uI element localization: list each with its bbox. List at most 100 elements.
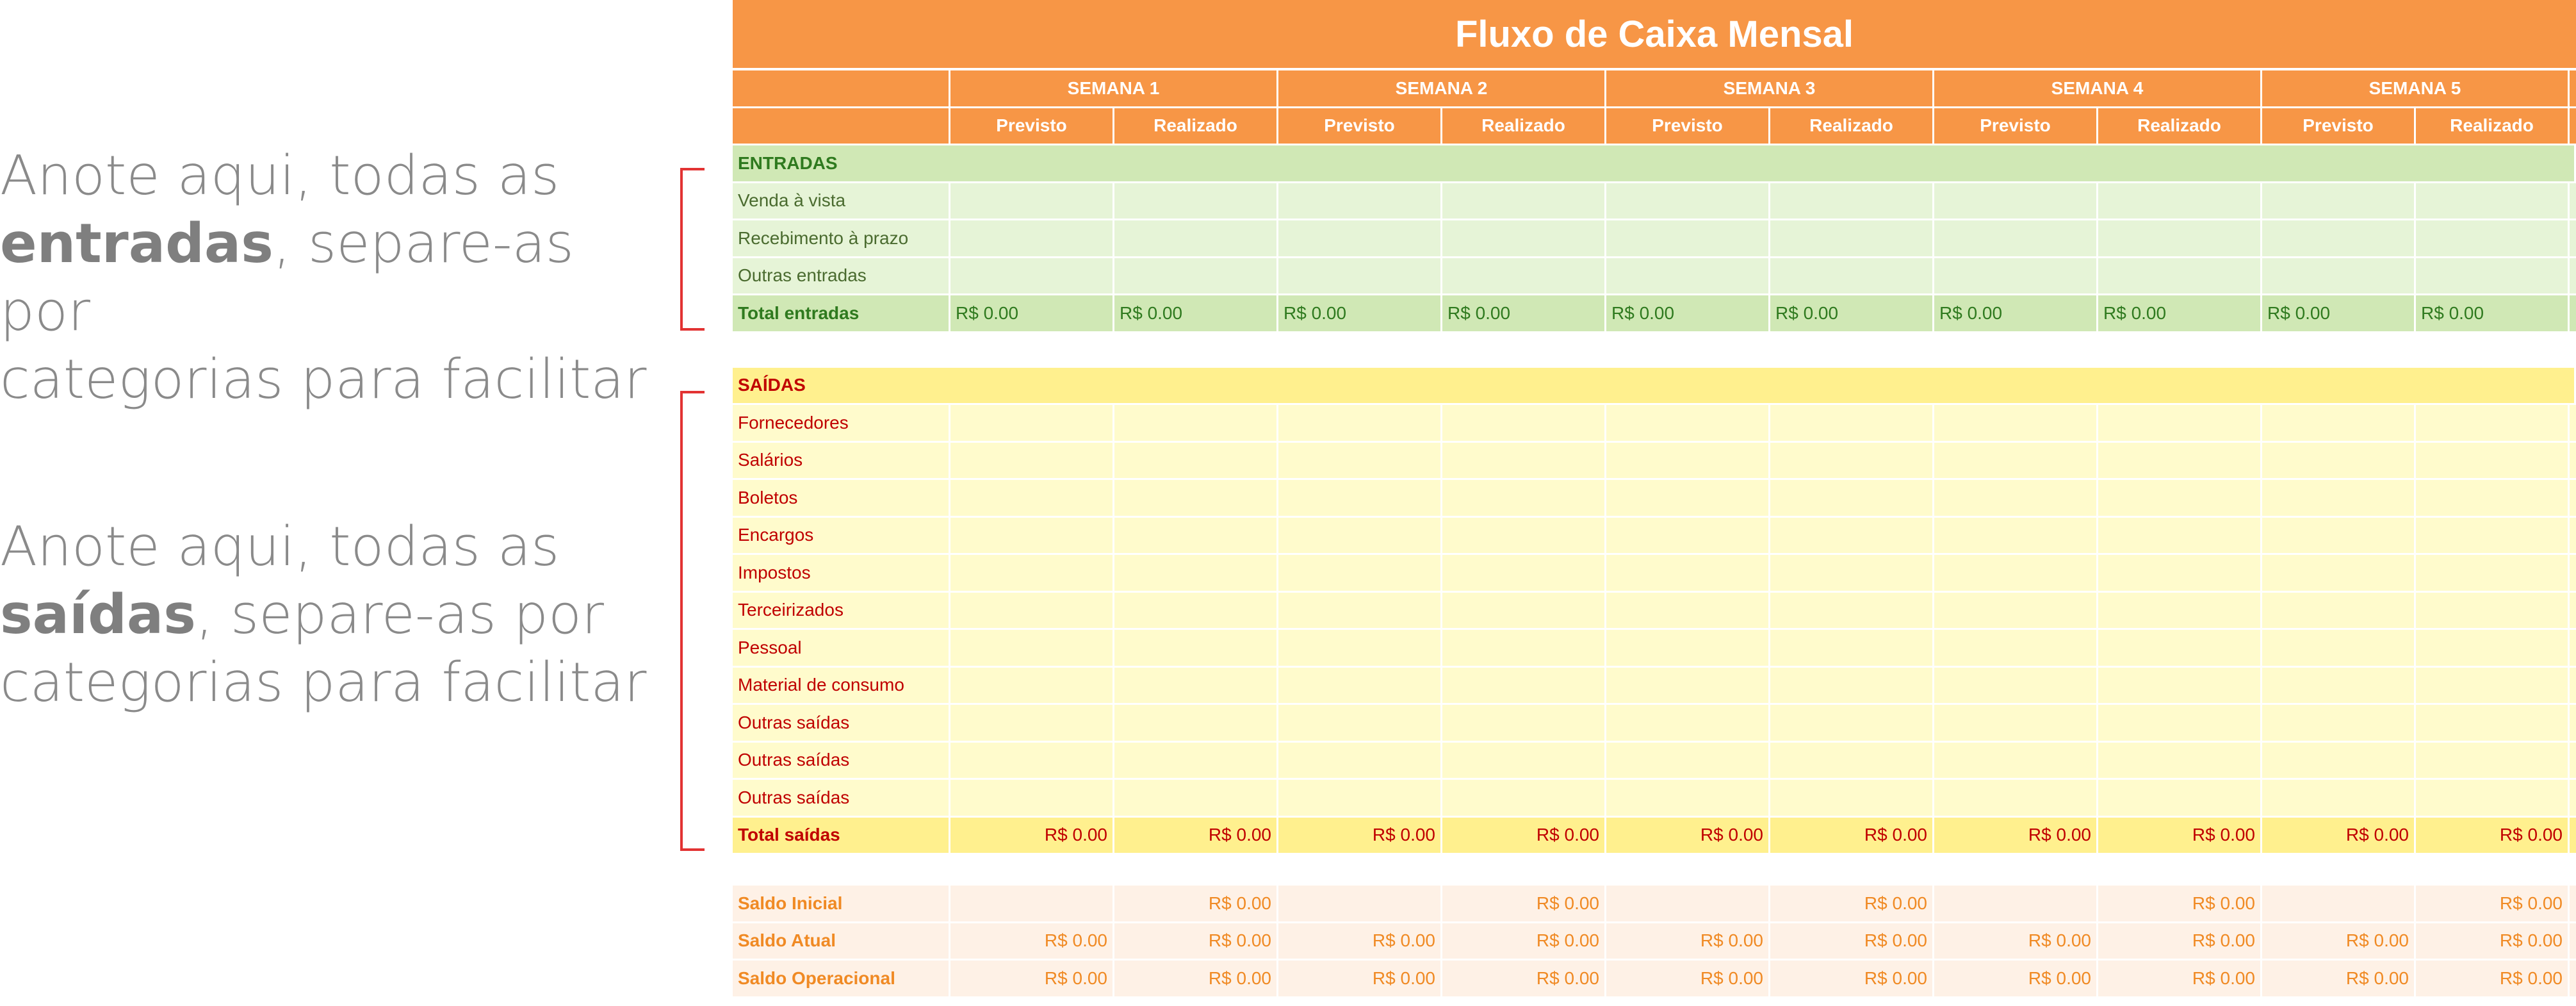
saida-cell[interactable]: [2098, 780, 2262, 816]
saldo-cell[interactable]: R$ 0.00: [1114, 923, 1278, 959]
saida-cell[interactable]: [1606, 780, 1770, 816]
total-entradas-cell[interactable]: R$ 0.00: [1606, 295, 1770, 331]
saida-cell[interactable]: [2416, 555, 2570, 591]
saida-cell[interactable]: [1606, 405, 1770, 441]
saida-cell[interactable]: [950, 630, 1114, 666]
saida-cell[interactable]: [1606, 667, 1770, 703]
saida-cell[interactable]: [2262, 442, 2416, 478]
saida-cell[interactable]: [2262, 742, 2416, 778]
saldo-cell[interactable]: R$ 0.00: [2262, 961, 2416, 996]
saida-cell[interactable]: [2262, 705, 2416, 741]
sub-header-realizado[interactable]: Realizado: [1442, 108, 1606, 144]
saida-cell[interactable]: [1278, 555, 1442, 591]
saida-cell[interactable]: [1278, 780, 1442, 816]
entrada-cell[interactable]: [1606, 258, 1770, 293]
saida-cell[interactable]: [950, 592, 1114, 628]
saida-cell[interactable]: [1934, 705, 2098, 741]
week-header[interactable]: SEMANA 4: [1934, 70, 2262, 106]
saida-cell[interactable]: [1934, 442, 2098, 478]
saida-cell[interactable]: [1442, 555, 1606, 591]
saida-cell[interactable]: [1442, 592, 1606, 628]
saida-cell[interactable]: [950, 742, 1114, 778]
saida-cell[interactable]: [2262, 780, 2416, 816]
saida-cell[interactable]: [2098, 405, 2262, 441]
saldo-cell[interactable]: [1278, 886, 1442, 921]
entrada-cell[interactable]: [1770, 258, 1934, 293]
total-entradas-cell[interactable]: R$ 0.00: [2262, 295, 2416, 331]
saida-cell[interactable]: [950, 442, 1114, 478]
saldo-cell[interactable]: R$ 0.00: [2262, 923, 2416, 959]
saida-cell[interactable]: [1606, 442, 1770, 478]
saldo-label[interactable]: Saldo Atual: [733, 923, 950, 959]
saida-cell[interactable]: [1442, 480, 1606, 516]
saida-cell[interactable]: [1114, 780, 1278, 816]
saida-cell[interactable]: [2098, 667, 2262, 703]
saida-cell[interactable]: [950, 517, 1114, 553]
saida-cell[interactable]: [950, 780, 1114, 816]
saida-cell[interactable]: [2416, 442, 2570, 478]
saldo-cell[interactable]: R$ 0.00: [1770, 923, 1934, 959]
saida-cell[interactable]: [1114, 705, 1278, 741]
total-entradas-label[interactable]: Total entradas: [733, 295, 950, 331]
entrada-cell[interactable]: [1114, 183, 1278, 219]
saida-cell[interactable]: [1114, 405, 1278, 441]
saida-cell[interactable]: [1442, 630, 1606, 666]
saldo-cell[interactable]: R$ 0.00: [1278, 923, 1442, 959]
saida-cell[interactable]: [2262, 405, 2416, 441]
entrada-cell[interactable]: [1278, 183, 1442, 219]
total-saidas-cell[interactable]: R$ 0.00: [1770, 817, 1934, 853]
saida-cell[interactable]: [1934, 555, 2098, 591]
saida-cell[interactable]: [1442, 667, 1606, 703]
row-label[interactable]: Outras saídas: [733, 705, 950, 741]
saida-cell[interactable]: [2098, 742, 2262, 778]
total-entradas-cell[interactable]: R$ 0.00: [950, 295, 1114, 331]
row-label[interactable]: Terceirizados: [733, 592, 950, 628]
sub-header-realizado[interactable]: Realizado: [1770, 108, 1934, 144]
saida-cell[interactable]: [1606, 630, 1770, 666]
saida-cell[interactable]: [2416, 517, 2570, 553]
row-label[interactable]: Boletos: [733, 480, 950, 516]
entrada-cell[interactable]: [1606, 183, 1770, 219]
saida-cell[interactable]: [2098, 442, 2262, 478]
entrada-cell[interactable]: [2262, 220, 2416, 256]
saida-cell[interactable]: [2098, 592, 2262, 628]
entrada-cell[interactable]: [2262, 258, 2416, 293]
entrada-cell[interactable]: [2416, 183, 2570, 219]
saida-cell[interactable]: [1770, 405, 1934, 441]
saida-cell[interactable]: [1934, 780, 2098, 816]
saida-cell[interactable]: [1442, 780, 1606, 816]
saida-cell[interactable]: [2262, 555, 2416, 591]
entrada-cell[interactable]: [1934, 258, 2098, 293]
saida-cell[interactable]: [1606, 742, 1770, 778]
saida-cell[interactable]: [2416, 630, 2570, 666]
entrada-cell[interactable]: [2098, 220, 2262, 256]
saida-cell[interactable]: [1278, 667, 1442, 703]
saida-cell[interactable]: [2098, 555, 2262, 591]
sub-header-previsto[interactable]: Previsto: [1934, 108, 2098, 144]
saida-cell[interactable]: [950, 667, 1114, 703]
saldo-cell[interactable]: R$ 0.00: [1770, 886, 1934, 921]
saida-cell[interactable]: [1606, 517, 1770, 553]
entrada-cell[interactable]: [1442, 183, 1606, 219]
saida-cell[interactable]: [1606, 705, 1770, 741]
sub-header-realizado[interactable]: Realizado: [1114, 108, 1278, 144]
saida-cell[interactable]: [1770, 780, 1934, 816]
total-saidas-cell[interactable]: R$ 0.00: [2098, 817, 2262, 853]
total-saidas-cell[interactable]: R$ 0.00: [1278, 817, 1442, 853]
saida-cell[interactable]: [2262, 630, 2416, 666]
header-corner[interactable]: [733, 108, 950, 144]
saida-cell[interactable]: [1606, 592, 1770, 628]
entrada-cell[interactable]: [1934, 183, 2098, 219]
saida-cell[interactable]: [2262, 517, 2416, 553]
entrada-cell[interactable]: [950, 258, 1114, 293]
total-saidas-cell[interactable]: R$ 0.00: [2416, 817, 2570, 853]
total-entradas-cell[interactable]: R$ 0.00: [1442, 295, 1606, 331]
saida-cell[interactable]: [1442, 405, 1606, 441]
row-label[interactable]: Impostos: [733, 555, 950, 591]
total-saidas-label[interactable]: Total saídas: [733, 817, 950, 853]
saida-cell[interactable]: [950, 555, 1114, 591]
saida-cell[interactable]: [1278, 705, 1442, 741]
saida-cell[interactable]: [1770, 667, 1934, 703]
total-saidas-cell[interactable]: R$ 0.00: [1606, 817, 1770, 853]
total-entradas-cell[interactable]: R$ 0.00: [1278, 295, 1442, 331]
